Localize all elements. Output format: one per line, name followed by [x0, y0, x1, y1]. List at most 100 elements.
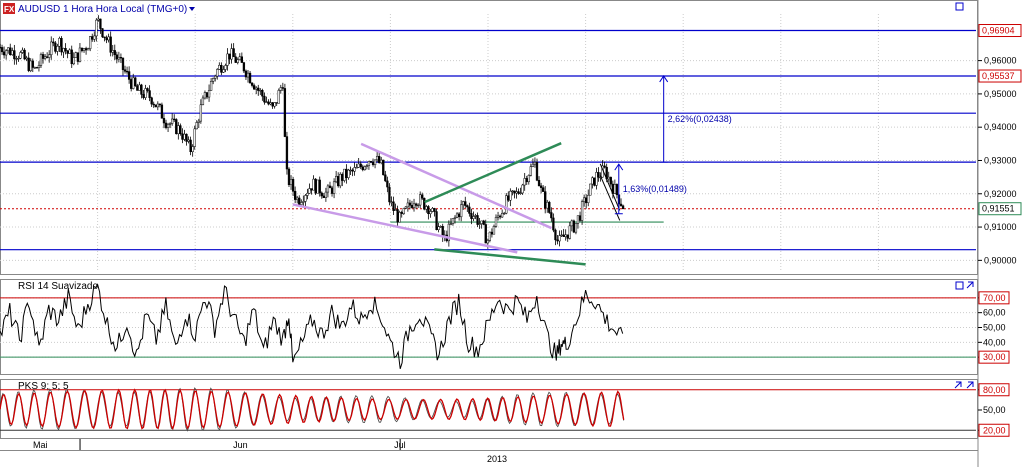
chart-canvas[interactable]: 2,62%(0,02438) 1,63%(0,01489) 0,96000 0,95… [0, 0, 1024, 467]
candle-body [468, 206, 471, 214]
candle-body [173, 118, 176, 121]
candle-body [185, 133, 188, 142]
candle-body [205, 92, 209, 98]
candle-body [505, 195, 508, 214]
candle-body [275, 102, 278, 104]
price-tick-label: 0,90000 [984, 255, 1017, 265]
candle-body [64, 48, 67, 52]
candle-body [209, 80, 213, 91]
candle-body [486, 240, 489, 244]
candle-body [591, 177, 594, 185]
candle-body [232, 48, 235, 58]
candle-body [152, 103, 155, 106]
candle-body [558, 235, 561, 242]
candle-body [408, 202, 412, 206]
price-tick-label: 0,92000 [984, 189, 1017, 199]
candle-body [603, 165, 606, 168]
candle-body [373, 159, 377, 165]
candle-body [476, 215, 479, 225]
rsi-series [0, 283, 624, 369]
pks-expand-icon[interactable] [954, 381, 962, 389]
candle-body [419, 194, 422, 206]
candle-body [33, 67, 36, 69]
candle-body [99, 18, 102, 29]
candle-body [527, 175, 530, 183]
candle-body [89, 36, 92, 49]
candle-body [269, 102, 272, 105]
rsi-tick-label: 30,00 [983, 352, 1006, 362]
candle-body [43, 56, 47, 59]
candle-body [521, 184, 524, 194]
candle-body [13, 50, 16, 60]
candle-body [515, 191, 518, 194]
candle-body [70, 49, 73, 65]
rsi-layer [0, 283, 976, 369]
candle-body [166, 124, 170, 128]
price-level-label: 0,95537 [982, 71, 1015, 81]
rsi-expand-icon[interactable] [966, 281, 974, 289]
candle-body [369, 161, 373, 163]
candle-body [50, 41, 53, 55]
candle-body [568, 225, 571, 239]
candle-body [425, 206, 428, 210]
chevron-down-icon[interactable] [189, 7, 195, 11]
candles-layer [0, 15, 625, 249]
candle-body [478, 223, 481, 225]
candle-body [168, 123, 172, 125]
candle-body [93, 35, 96, 40]
candle-body [111, 50, 114, 53]
fx-badge-text: FX [4, 5, 15, 14]
candle-body [412, 203, 416, 208]
measure-label: 1,63%(0,01489) [623, 184, 687, 194]
price-tick-label: 0,93000 [984, 155, 1017, 165]
candle-body [250, 82, 254, 86]
price-tick-label: 0,94000 [984, 122, 1017, 132]
candle-body [285, 136, 289, 170]
candle-body [238, 56, 241, 60]
candle-body [402, 208, 405, 214]
candle-body [138, 84, 141, 91]
candle-body [68, 49, 71, 54]
candle-body [76, 52, 80, 62]
candle-body [148, 90, 151, 98]
candle-body [564, 234, 567, 237]
rsi-window-square-icon[interactable] [955, 281, 964, 290]
candle-body [519, 192, 522, 195]
candle-body [453, 216, 457, 219]
candle-body [437, 226, 440, 230]
candle-body [509, 190, 512, 201]
candle-body [158, 103, 162, 106]
candle-body [95, 19, 98, 37]
candle-body [615, 184, 619, 196]
candle-body [82, 48, 86, 51]
candle-body [552, 217, 555, 231]
candle-body [544, 191, 547, 209]
rsi-title: RSI 14 Suavizado [18, 281, 98, 292]
candle-body [347, 169, 350, 178]
candle-body [589, 183, 592, 196]
candle-body [537, 180, 541, 187]
candle-body [343, 168, 346, 181]
candle-body [240, 56, 244, 63]
candle-body [78, 47, 82, 62]
candle-body [345, 168, 348, 178]
candle-body [86, 48, 90, 51]
candle-body [2, 51, 6, 56]
candle-body [621, 205, 625, 210]
pks-expand-icon-2[interactable] [966, 381, 974, 389]
candle-body [140, 84, 143, 95]
candle-body [529, 166, 532, 176]
candle-body [261, 90, 264, 97]
candle-body [244, 70, 248, 78]
window-square-icon[interactable] [955, 2, 964, 11]
candle-body [490, 231, 494, 235]
candle-body [480, 220, 483, 224]
candle-body [156, 103, 159, 108]
candle-body [355, 167, 358, 169]
candle-body [283, 88, 287, 137]
candle-body [337, 176, 340, 187]
candle-body [378, 156, 381, 164]
symbol-title[interactable]: AUDUSD 1 Hora Hora Local (TMG+0) [18, 4, 187, 15]
candle-body [421, 194, 424, 199]
pks-main-series [0, 388, 625, 431]
